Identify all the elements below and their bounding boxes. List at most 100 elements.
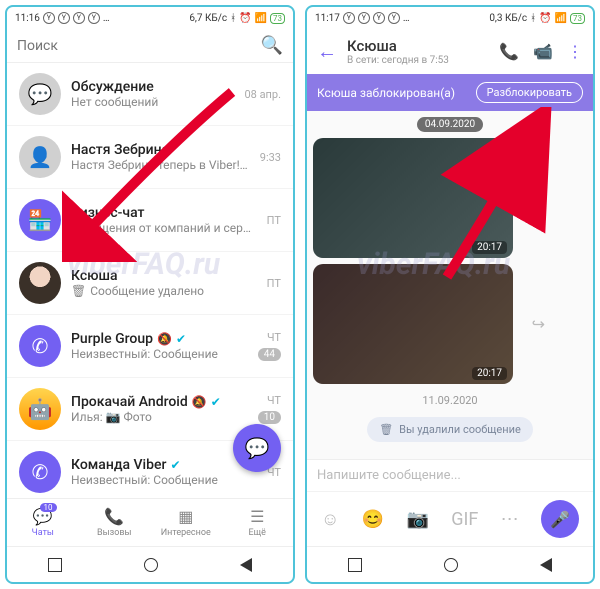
chat-item[interactable]: 💬 Обсуждение Нет сообщений 08 апр. [7,63,293,126]
trash-icon: 🗑 [379,423,393,436]
messages-area[interactable]: 04.09.2020 20:17 ↪ 20:17 ↪ 11.09.2020 🗑 … [307,111,593,459]
battery-icon: 73 [270,13,285,24]
sticker-icon[interactable]: ☺ [321,509,339,530]
date-label: 11.09.2020 [418,390,481,411]
nav-recent[interactable] [348,558,362,572]
tab-more[interactable]: ☰Ещё [222,499,294,546]
phone-icon: 📞 [104,507,124,526]
chat-subtitle: Неизвестный: Сообщение [71,347,248,361]
media-message[interactable]: 20:17 [313,264,513,384]
tab-news[interactable]: ▦Интересное [150,499,222,546]
chat-title: Ксюша [71,268,257,284]
emoji-icon[interactable]: 😊 [362,509,384,530]
contact-name: Ксюша [347,37,489,55]
message-input-bar[interactable]: Напишите сообщение... [307,459,593,491]
verified-icon: ✔ [176,332,186,346]
compose-fab[interactable]: 💬 [233,424,281,472]
left-phone: 11:16 Y Y Y Y … 6,7 КБ/с ᚼ ⏰ 📶 73 🔍 💬 Об… [5,5,295,584]
unread-badge: 44 [258,348,281,361]
chat-time: ЧТ [267,394,281,407]
battery-icon: 73 [570,13,585,24]
back-arrow-icon[interactable]: ← [317,39,337,64]
avatar: 💬 [19,73,61,115]
nav-home[interactable] [444,558,458,572]
message-input[interactable]: Напишите сообщение... [317,468,583,483]
video-icon[interactable]: 📹 [533,42,553,61]
chat-item[interactable]: 🏪 Бизнес-чат Сообщения от компаний и сер… [7,189,293,252]
chat-subtitle: Сообщения от компаний и сервисов [71,221,257,235]
tab-chats[interactable]: 💬 10 Чаты [7,499,79,546]
chat-title: Бизнес-чат [71,205,257,221]
ellipsis-icon: … [403,13,410,24]
search-bar[interactable]: 🔍 [7,29,293,63]
nav-home[interactable] [144,558,158,572]
chat-time: 9:33 [260,151,281,164]
gif-icon[interactable]: GIF [451,509,478,530]
news-icon: ▦ [178,507,193,526]
unblock-button[interactable]: Разблокировать [476,82,583,103]
notif-icon: Y [373,12,385,24]
chat-time: ПТ [267,214,281,227]
android-nav [7,546,293,582]
right-phone: 11:17 Y Y Y Y … 0,3 КБ/с ᚼ ⏰ 📶 73 ← Ксюш… [305,5,595,584]
chat-item[interactable]: 👤 Настя Зебрина Настя Зебрина теперь в V… [7,126,293,189]
media-time: 20:17 [472,367,507,380]
notif-icon: Y [43,12,55,24]
avatar: 👤 [19,136,61,178]
nav-back[interactable] [540,558,552,572]
contact-status: В сети: сегодня в 7:53 [347,55,489,66]
status-time: 11:17 [315,13,340,24]
nav-back[interactable] [240,558,252,572]
tab-calls[interactable]: 📞Вызовы [79,499,151,546]
bluetooth-icon: ᚼ [230,13,236,24]
search-input[interactable] [17,38,251,54]
camera-icon[interactable]: 📷 [406,509,428,530]
notif-icon: Y [388,12,400,24]
media-time: 20:17 [472,241,507,254]
trash-icon: 🗑 [71,284,86,298]
chat-subtitle: Неизвестный: Сообщение [71,473,257,487]
more-icon[interactable]: ⋯ [501,509,519,530]
avatar: 🤖 [19,388,61,430]
avatar: 🏪 [19,199,61,241]
wifi-icon: 📶 [555,13,567,24]
share-icon[interactable]: ↪ [532,315,545,334]
chat-item[interactable]: Ксюша 🗑Сообщение удалено ПТ [7,252,293,315]
chat-header: ← Ксюша В сети: сегодня в 7:53 📞 📹 ⋮ [307,29,593,74]
chat-title: Прокачай Android 🔕 ✔ [71,394,248,410]
menu-icon[interactable]: ⋮ [567,42,583,61]
chat-subtitle: 🗑Сообщение удалено [71,284,257,298]
date-chip: 04.09.2020 [417,117,483,132]
search-icon[interactable]: 🔍 [261,35,283,56]
net-speed: 6,7 КБ/с [189,13,227,24]
nav-recent[interactable] [48,558,62,572]
chat-title: Обсуждение [71,79,234,95]
wifi-icon: 📶 [255,13,267,24]
unread-badge: 10 [258,411,281,424]
net-speed: 0,3 КБ/с [489,13,527,24]
notif-icon: Y [73,12,85,24]
chat-time: 08 апр. [244,88,281,101]
android-nav [307,546,593,582]
bottom-tabs: 💬 10 Чаты 📞Вызовы ▦Интересное ☰Ещё [7,498,293,546]
avatar: ✆ [19,325,61,367]
avatar: ✆ [19,451,61,493]
input-toolbar: ☺ 😊 📷 GIF ⋯ 🎤 [307,491,593,546]
mic-button[interactable]: 🎤 [541,500,579,538]
mute-icon: 🔕 [157,332,172,346]
media-message[interactable]: 20:17 [313,138,513,258]
chat-title: Настя Зебрина [71,142,250,158]
share-icon[interactable]: ↪ [532,189,545,208]
status-bar: 11:16 Y Y Y Y … 6,7 КБ/с ᚼ ⏰ 📶 73 [7,7,293,29]
notif-icon: Y [88,12,100,24]
chat-subtitle: Илья: 📷 Фото [71,410,248,424]
block-banner: Ксюша заблокирован(а) Разблокировать [307,74,593,111]
avatar [19,262,61,304]
notif-icon: Y [343,12,355,24]
chat-subtitle: Нет сообщений [71,95,234,109]
chat-time: ЧТ [267,331,281,344]
status-time: 11:16 [15,13,40,24]
chat-item[interactable]: ✆ Purple Group 🔕 ✔ Неизвестный: Сообщени… [7,315,293,378]
status-bar: 11:17 Y Y Y Y … 0,3 КБ/с ᚼ ⏰ 📶 73 [307,7,593,29]
call-icon[interactable]: 📞 [499,42,519,61]
